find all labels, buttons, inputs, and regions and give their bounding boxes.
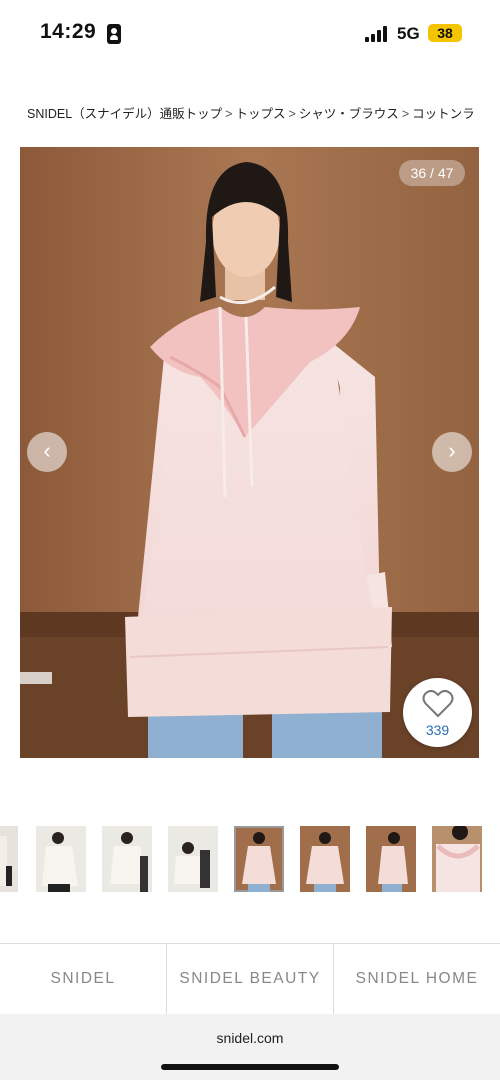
thumbnail[interactable] bbox=[102, 826, 152, 892]
breadcrumb-item-product: コットンライクフリルブラウス bbox=[412, 107, 473, 121]
model-photo bbox=[20, 147, 479, 758]
focus-person-icon bbox=[107, 24, 121, 44]
status-bar: 14:29 5G 38 bbox=[0, 0, 500, 66]
product-main-image[interactable] bbox=[20, 147, 479, 758]
breadcrumb-separator: > bbox=[288, 107, 296, 121]
url-text[interactable]: snidel.com bbox=[0, 1030, 500, 1046]
breadcrumb: SNIDEL（スナイデル）通販トップ>トップス>シャツ・ブラウス>コットンライク… bbox=[27, 103, 473, 123]
home-indicator bbox=[161, 1064, 339, 1070]
image-counter: 36 / 47 bbox=[399, 160, 465, 186]
thumbnail-strip[interactable] bbox=[0, 826, 500, 892]
brand-nav: SNIDEL SNIDEL BEAUTY SNIDEL HOME bbox=[0, 943, 500, 1015]
favorite-count: 339 bbox=[425, 722, 450, 738]
browser-address-bar[interactable]: snidel.com bbox=[0, 1014, 500, 1080]
chevron-left-icon: ‹ bbox=[43, 438, 51, 463]
network-type: 5G bbox=[397, 24, 420, 43]
chevron-right-icon: › bbox=[448, 438, 456, 463]
breadcrumb-separator: > bbox=[401, 107, 410, 121]
nav-snidel-beauty[interactable]: SNIDEL BEAUTY bbox=[167, 944, 334, 1014]
breadcrumb-separator: > bbox=[225, 107, 233, 121]
thumbnail[interactable] bbox=[36, 826, 86, 892]
next-image-button[interactable]: › bbox=[432, 432, 472, 472]
nav-snidel-home[interactable]: SNIDEL HOME bbox=[334, 944, 500, 1014]
cellular-signal-icon bbox=[365, 26, 391, 42]
battery-level: 38 bbox=[428, 24, 462, 42]
thumbnail[interactable] bbox=[300, 826, 350, 892]
thumbnail[interactable] bbox=[0, 826, 18, 892]
favorite-button[interactable]: 339 bbox=[403, 678, 472, 747]
prev-image-button[interactable]: ‹ bbox=[27, 432, 67, 472]
thumbnail[interactable] bbox=[168, 826, 218, 892]
status-time: 14:29 bbox=[40, 20, 97, 43]
breadcrumb-item-tops[interactable]: トップス bbox=[235, 107, 285, 121]
breadcrumb-item-shirts[interactable]: シャツ・ブラウス bbox=[299, 107, 399, 121]
nav-snidel[interactable]: SNIDEL bbox=[0, 944, 167, 1014]
thumbnail[interactable] bbox=[366, 826, 416, 892]
thumbnail-active[interactable] bbox=[234, 826, 284, 892]
heart-outline-icon bbox=[422, 689, 454, 718]
thumbnail[interactable] bbox=[432, 826, 482, 892]
breadcrumb-item-top[interactable]: SNIDEL（スナイデル）通販トップ bbox=[27, 107, 222, 121]
